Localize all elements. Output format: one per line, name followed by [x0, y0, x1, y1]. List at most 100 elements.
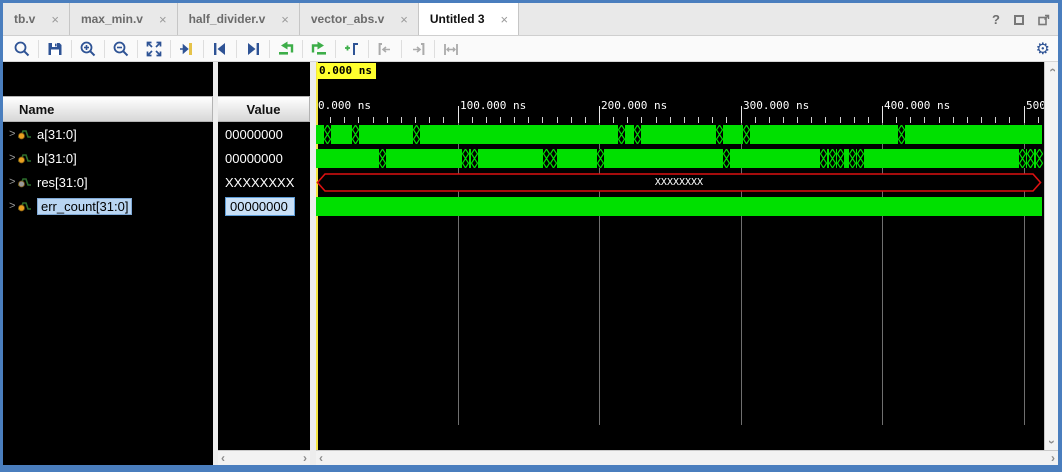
- expand-chevron-icon[interactable]: >: [3, 200, 17, 212]
- add-marker-icon[interactable]: [339, 38, 365, 60]
- signal-value-text: XXXXXXXX: [225, 175, 294, 190]
- signal-value-a[interactable]: 00000000: [218, 122, 310, 146]
- bus-transition-icon: [857, 149, 864, 168]
- signal-value-b[interactable]: 00000000: [218, 146, 310, 170]
- scroll-right-icon[interactable]: ›: [303, 453, 307, 463]
- help-icon[interactable]: ?: [992, 12, 1000, 27]
- ruler-major-tick: [599, 106, 600, 123]
- cursor-time-readout: 0.000 ns: [317, 63, 376, 79]
- waveform-horizontal-scrollbar[interactable]: ‹ ›: [316, 450, 1058, 465]
- bus-transition-icon: [1027, 149, 1034, 168]
- toolbar-separator: [368, 40, 369, 58]
- search-icon[interactable]: [9, 38, 35, 60]
- ruler-major-tick: [882, 106, 883, 123]
- signal-row-res[interactable]: > res[31:0]: [3, 170, 213, 194]
- scroll-down-icon[interactable]: ›: [1047, 440, 1057, 444]
- zoom-in-icon[interactable]: [75, 38, 101, 60]
- expand-chevron-icon[interactable]: >: [3, 176, 17, 188]
- time-ruler[interactable]: 0.000 ns100.000 ns200.000 ns300.000 ns40…: [316, 96, 1044, 123]
- save-wave-config-icon[interactable]: [42, 38, 68, 60]
- value-column-header: Value: [218, 96, 310, 122]
- tab-vector-abs-v[interactable]: vector_abs.v ×: [300, 3, 419, 35]
- bus-transition-icon: [829, 149, 836, 168]
- toolbar-separator: [401, 40, 402, 58]
- wave-row-res[interactable]: XXXXXXXX: [316, 171, 1044, 195]
- name-panel-top-spacer: [3, 62, 213, 96]
- bus-transition-icon: [743, 125, 750, 144]
- tab-tb-v[interactable]: tb.v ×: [3, 3, 70, 35]
- signal-value-res[interactable]: XXXXXXXX: [218, 170, 310, 194]
- editor-tab-bar: tb.v ×max_min.v ×half_divider.v ×vector_…: [3, 3, 1058, 36]
- float-window-icon[interactable]: [1038, 14, 1050, 26]
- scroll-right-icon[interactable]: ›: [1051, 453, 1055, 463]
- go-to-last-time-icon[interactable]: [306, 38, 332, 60]
- bus-transition-icon: [462, 149, 469, 168]
- scroll-left-icon[interactable]: ‹: [221, 453, 225, 463]
- waveform-canvas[interactable]: 0.000 ns100.000 ns200.000 ns300.000 ns40…: [316, 62, 1044, 450]
- scroll-up-icon[interactable]: ›: [1047, 68, 1057, 72]
- expand-chevron-icon[interactable]: >: [3, 128, 17, 140]
- unknown-bus-shape: XXXXXXXX: [316, 173, 1042, 192]
- window-controls: ?: [992, 3, 1050, 36]
- go-to-time-zero-icon[interactable]: [273, 38, 299, 60]
- bus-signal-icon: [17, 152, 32, 164]
- tab-close-icon[interactable]: ×: [51, 13, 59, 26]
- previous-transition-icon[interactable]: [207, 38, 233, 60]
- value-panel-top-spacer: [218, 62, 310, 96]
- zoom-out-icon[interactable]: [108, 38, 134, 60]
- signal-row-a[interactable]: > a[31:0]: [3, 122, 213, 146]
- wave-toolbar: ⚙: [3, 36, 1058, 62]
- tab-close-icon[interactable]: ×: [281, 13, 289, 26]
- swap-cursors-icon[interactable]: [438, 38, 464, 60]
- wave-row-b[interactable]: [316, 147, 1044, 171]
- signal-row-b[interactable]: > b[31:0]: [3, 146, 213, 170]
- toolbar-separator: [236, 40, 237, 58]
- signal-value-err_count[interactable]: 00000000: [218, 194, 310, 218]
- scroll-left-icon[interactable]: ‹: [319, 453, 323, 463]
- bus-transition-icon: [1036, 149, 1043, 168]
- previous-marker-icon[interactable]: [372, 38, 398, 60]
- bus-transition-icon: [324, 125, 331, 144]
- ruler-major-tick: [741, 106, 742, 123]
- zoom-fit-icon[interactable]: [141, 38, 167, 60]
- signal-name-label: b[31:0]: [37, 151, 77, 166]
- bus-transition-icon: [352, 125, 359, 144]
- maximize-icon[interactable]: [1014, 15, 1024, 25]
- ruler-time-label: 100.000 ns: [460, 99, 526, 112]
- bus-signal-icon: [17, 176, 32, 188]
- bus-transition-icon: [543, 149, 550, 168]
- signal-name-rows: > a[31:0]> b[31:0]> res[31:0]> err_count…: [3, 122, 213, 465]
- tab-close-icon[interactable]: ×: [159, 13, 167, 26]
- signal-value-rows: 00000000 00000000 XXXXXXXX 00000000: [218, 122, 310, 450]
- signal-name-label: err_count[31:0]: [37, 198, 132, 215]
- tab-half-divider-v[interactable]: half_divider.v ×: [178, 3, 300, 35]
- zoom-to-cursor-icon[interactable]: [174, 38, 200, 60]
- wave-row-err_count[interactable]: [316, 195, 1044, 219]
- toolbar-separator: [137, 40, 138, 58]
- tab-close-icon[interactable]: ×: [400, 13, 408, 26]
- bus-value-label: XXXXXXXX: [316, 177, 1042, 188]
- expand-chevron-icon[interactable]: >: [3, 152, 17, 164]
- value-panel-horizontal-scrollbar[interactable]: ‹ ›: [218, 450, 310, 465]
- tab-label: half_divider.v: [189, 12, 266, 26]
- signal-value-text: 00000000: [225, 151, 283, 166]
- time-cursor-line[interactable]: [316, 62, 318, 450]
- bus-transition-icon: [618, 125, 625, 144]
- next-transition-icon[interactable]: [240, 38, 266, 60]
- wave-row-a[interactable]: [316, 123, 1044, 147]
- ruler-major-tick: [1024, 106, 1025, 123]
- tab-close-icon[interactable]: ×: [501, 13, 509, 26]
- bus-waveform-bar: [316, 197, 1042, 216]
- waveform-region: 0.000 ns100.000 ns200.000 ns300.000 ns40…: [316, 62, 1058, 465]
- waveform-vertical-scrollbar[interactable]: › ›: [1044, 62, 1058, 450]
- toolbar-separator: [302, 40, 303, 58]
- ruler-time-label: 400.000 ns: [884, 99, 950, 112]
- tab-untitled-3[interactable]: Untitled 3 ×: [419, 3, 519, 35]
- bus-waveform-bar: [316, 149, 1042, 168]
- signal-row-err_count[interactable]: > err_count[31:0]: [3, 194, 213, 218]
- next-marker-icon[interactable]: [405, 38, 431, 60]
- bus-signal-icon: [17, 200, 32, 212]
- tab-max-min-v[interactable]: max_min.v ×: [70, 3, 178, 35]
- settings-gear-icon[interactable]: ⚙: [1036, 36, 1050, 62]
- bus-transition-icon: [898, 125, 905, 144]
